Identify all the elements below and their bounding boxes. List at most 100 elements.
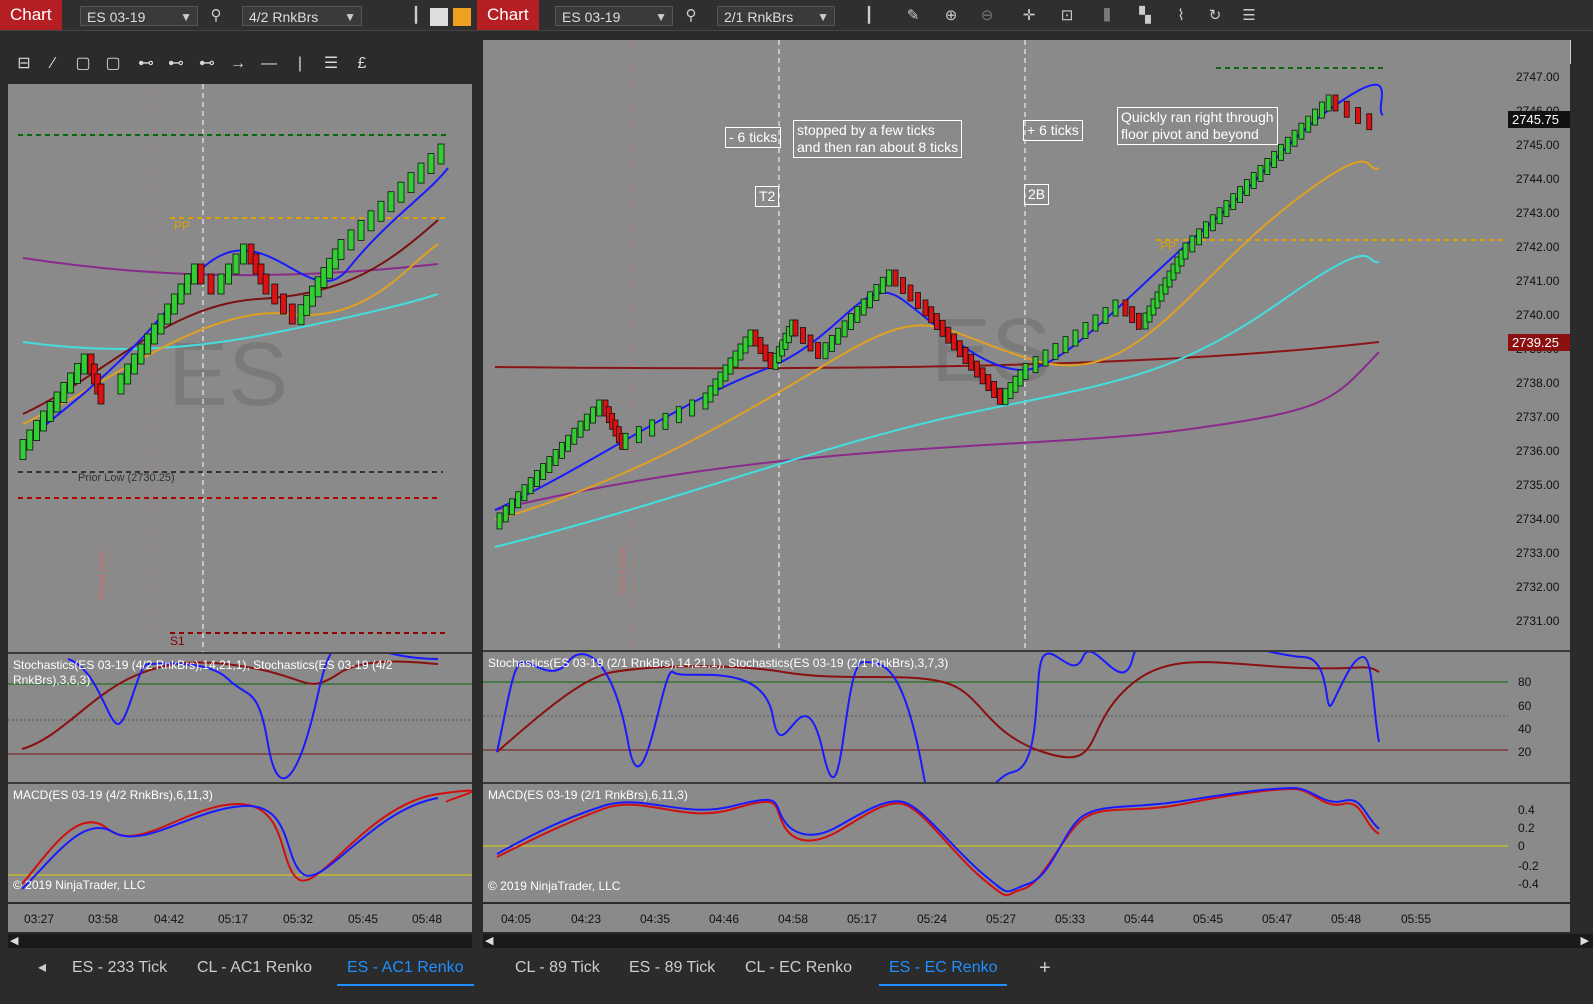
annotation-stopped[interactable]: stopped by a few ticks and then ran abou…: [793, 120, 963, 158]
renko-brick: [1052, 342, 1059, 360]
chart-menu-button[interactable]: Chart: [0, 0, 62, 30]
renko-brick: [367, 210, 375, 232]
indicators-icon[interactable]: ⫼: [1097, 6, 1117, 26]
renko-brick: [939, 319, 946, 337]
price-axis[interactable]: 2747.00 2746.00 2745.00 2744.00 2743.00 …: [1508, 40, 1570, 650]
window-color-icon[interactable]: [430, 8, 448, 26]
arrow-line-icon[interactable]: →: [226, 52, 250, 76]
line-icon[interactable]: ⊷: [134, 52, 158, 76]
time-tick: 05:32: [283, 912, 314, 926]
properties-icon[interactable]: ☰: [1239, 6, 1259, 26]
fibonacci-icon[interactable]: ☰: [319, 52, 343, 76]
tab-es-89-tick[interactable]: ES - 89 Tick: [619, 950, 725, 986]
horizontal-line-icon[interactable]: —: [257, 52, 281, 76]
right-macd-panel[interactable]: MACD(ES 03-19 (2/1 RnkBrs),6,11,3) © 201…: [483, 784, 1508, 902]
renko-brick: [117, 373, 125, 395]
tab-es-ec-renko[interactable]: ES - EC Renko: [879, 950, 1008, 986]
renko-brick: [1022, 362, 1029, 380]
renko-brick: [509, 498, 515, 516]
stoch-label: Stochastics(ES 03-19 (4/2 RnkBrs),14,21,…: [13, 658, 393, 687]
search-icon[interactable]: ⚲: [681, 6, 701, 26]
renko-brick: [80, 353, 88, 375]
extended-line-icon[interactable]: ⊷: [195, 52, 219, 76]
scroll-right-icon[interactable]: ▶: [1581, 934, 1589, 947]
scroll-left-icon[interactable]: ◀: [10, 934, 18, 947]
macd-signal: [21, 789, 472, 885]
ray-icon[interactable]: ⊷: [164, 52, 188, 76]
scroll-left-icon[interactable]: ◀: [485, 934, 493, 947]
renko-brick: [1271, 150, 1278, 168]
renko-brick: [985, 374, 992, 392]
data-box-icon[interactable]: ⊡: [1057, 6, 1077, 26]
window-link-icon[interactable]: [453, 8, 471, 26]
tab-cl-ec-renko[interactable]: CL - EC Renko: [735, 950, 862, 986]
chart-trader-icon[interactable]: ⌇: [1171, 6, 1191, 26]
annotation-2b[interactable]: 2B: [1024, 184, 1050, 205]
bar-type-selector[interactable]: 2/1 RnkBrs ▼: [717, 6, 835, 26]
fib-extension-icon[interactable]: £: [350, 52, 374, 76]
reload-icon[interactable]: ↻: [1205, 6, 1225, 26]
renko-brick: [1250, 172, 1257, 189]
price-tick: 2740.00: [1516, 308, 1560, 322]
renko-brick: [945, 326, 952, 344]
annotation-minus-six[interactable]: - 6 ticks: [725, 127, 782, 148]
search-icon[interactable]: ⚲: [206, 6, 226, 26]
tab-cl-ac1-renko[interactable]: CL - AC1 Renko: [187, 950, 322, 986]
crosshair-icon[interactable]: ✛: [1019, 6, 1039, 26]
bar-type-selector[interactable]: 4/2 RnkBrs ▼: [242, 6, 362, 26]
add-tab-button[interactable]: +: [1029, 950, 1061, 986]
right-stoch-plot: [483, 652, 1508, 782]
left-time-axis: 03:27 03:58 04:42 05:17 05:32 05:45 05:4…: [8, 904, 472, 932]
renko-brick: [922, 299, 929, 317]
annotation-t2[interactable]: T2: [755, 186, 780, 207]
horizontal-scrollbar[interactable]: ◀: [8, 934, 472, 948]
instrument-value: ES 03-19: [562, 9, 621, 25]
instrument-selector[interactable]: ES 03-19 ▼: [555, 6, 673, 26]
drawing-toolbar: ⊟ ⁄ ▢ ▢ ⊷ ⊷ ⊷ → — | ☰ £: [8, 52, 477, 80]
renko-brick: [689, 399, 696, 417]
renko-brick: [974, 360, 980, 378]
renko-brick: [1203, 221, 1209, 239]
rectangle-icon[interactable]: ▢: [71, 52, 95, 76]
chart-menu-button[interactable]: Chart: [477, 0, 539, 30]
copyright-text: © 2019 NinjaTrader, LLC: [488, 879, 621, 893]
right-price-panel[interactable]: ES - 6 ticks stopped by a few ticks and …: [483, 40, 1508, 650]
tab-es-233-tick[interactable]: ES - 233 Tick: [62, 950, 177, 986]
zoom-in-icon[interactable]: ⊕: [941, 6, 961, 26]
macd-tick: -0.4: [1518, 877, 1539, 891]
strategies-icon[interactable]: ▚: [1135, 6, 1155, 26]
renko-brick: [712, 378, 719, 396]
annotation-plus-six[interactable]: + 6 ticks: [1023, 120, 1083, 141]
left-price-panel[interactable]: ES PP Prior Low (2730.25) S1 Retail Star…: [8, 84, 472, 652]
renko-brick: [727, 357, 734, 375]
renko-brick: [879, 276, 886, 294]
time-tick: 04:42: [154, 912, 185, 926]
annotation-quick[interactable]: Quickly ran right through floor pivot an…: [1117, 107, 1278, 145]
macd-tick: -0.2: [1518, 859, 1539, 873]
bar-style-icon[interactable]: ┃: [406, 6, 426, 26]
ruler-icon[interactable]: ⊟: [12, 52, 36, 76]
horizontal-scrollbar[interactable]: ◀ ▶: [483, 934, 1593, 948]
left-macd-panel[interactable]: MACD(ES 03-19 (4/2 RnkBrs),6,11,3) © 201…: [8, 784, 472, 902]
bar-style-icon[interactable]: ┃: [859, 6, 879, 26]
right-stoch-panel[interactable]: Stochastics(ES 03-19 (2/1 RnkBrs),14,21,…: [483, 652, 1508, 782]
macd-label: MACD(ES 03-19 (2/1 RnkBrs),6,11,3): [488, 788, 688, 802]
tab-cl-89-tick[interactable]: CL - 89 Tick: [505, 950, 610, 986]
renko-brick: [886, 269, 893, 287]
time-tick: 05:45: [1193, 912, 1224, 926]
time-tick: 05:55: [1401, 912, 1432, 926]
tab-es-ac1-renko[interactable]: ES - AC1 Renko: [337, 950, 474, 986]
instrument-selector[interactable]: ES 03-19 ▼: [80, 6, 198, 26]
time-tick: 05:47: [1262, 912, 1293, 926]
left-stoch-panel[interactable]: Stochastics(ES 03-19 (4/2 RnkBrs),14,21,…: [8, 654, 472, 782]
time-tick: 05:24: [917, 912, 948, 926]
risk-reward-icon[interactable]: ⁄: [41, 52, 65, 76]
tab-scroll-left[interactable]: ◂: [28, 950, 56, 986]
region-icon[interactable]: ▢: [101, 52, 125, 76]
renko-brick: [800, 327, 806, 344]
renko-brick: [1082, 322, 1089, 339]
vertical-line-icon[interactable]: |: [288, 52, 312, 76]
zoom-out-icon[interactable]: ⊖: [977, 6, 997, 26]
renko-brick: [873, 284, 880, 301]
pencil-icon[interactable]: ✎: [903, 6, 923, 26]
